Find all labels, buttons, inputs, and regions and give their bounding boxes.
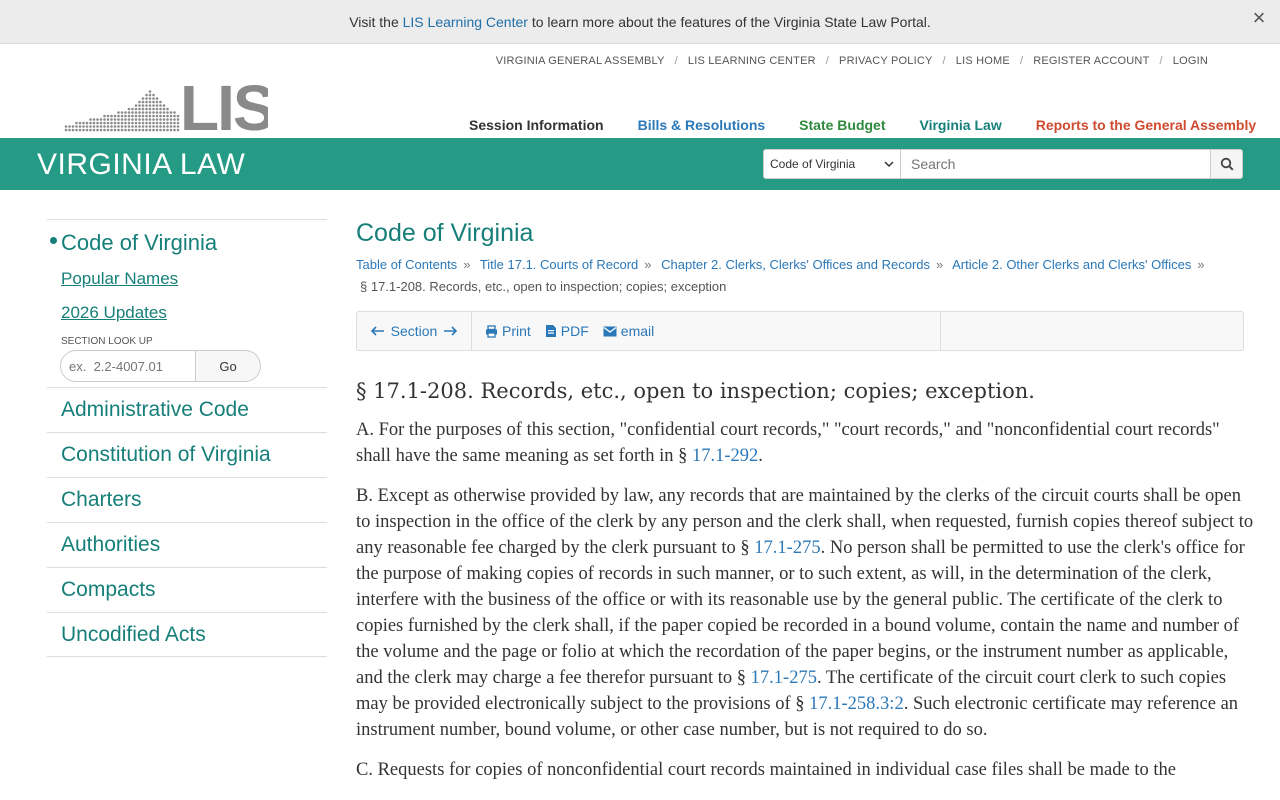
section-lookup-input[interactable]	[60, 350, 196, 382]
notice-prefix: Visit the	[349, 13, 403, 30]
search-bar: Code of Virginia	[763, 149, 1243, 179]
section-text: A. For the purposes of this section, "co…	[356, 417, 1254, 797]
utility-link-privacy[interactable]: PRIVACY POLICY	[839, 55, 932, 67]
search-input[interactable]	[901, 149, 1211, 179]
sidebar-sub-updates[interactable]: 2026 Updates	[47, 296, 327, 330]
toolbar-actions: Print PDF email	[472, 312, 941, 350]
close-icon[interactable]: ×	[1248, 7, 1270, 30]
separator: /	[825, 55, 830, 67]
sidebar-item-compacts[interactable]: Compacts	[47, 567, 327, 612]
section-toolbar: Section Print PDF email	[356, 311, 1244, 351]
breadcrumb-separator: »	[1197, 257, 1205, 272]
text-run: . No person shall be permitted to use th…	[356, 538, 1245, 688]
breadcrumb-toc[interactable]: Table of Contents	[356, 257, 457, 272]
sidebar-item-label: Code of Virginia	[61, 230, 218, 255]
nav-reports[interactable]: Reports to the General Assembly	[1036, 117, 1256, 133]
breadcrumb: Table of Contents » Title 17.1. Courts of…	[356, 254, 1256, 298]
breadcrumb-current: § 17.1-208. Records, etc., open to inspe…	[360, 279, 727, 294]
text-run: A. For the purposes of this section, "co…	[356, 420, 1220, 466]
sidebar-item-administrative-code[interactable]: Administrative Code	[47, 387, 327, 432]
nav-session-information[interactable]: Session Information	[469, 117, 604, 133]
pdf-file-icon	[545, 325, 556, 337]
pdf-label: PDF	[560, 323, 589, 339]
arrow-right-icon[interactable]	[443, 326, 458, 336]
sidebar-item-uncodified-acts[interactable]: Uncodified Acts	[47, 612, 327, 657]
statute-link[interactable]: 17.1-275	[751, 668, 817, 688]
utility-link-general-assembly[interactable]: VIRGINIA GENERAL ASSEMBLY	[496, 55, 665, 67]
utility-link-learning-center[interactable]: LIS LEARNING CENTER	[688, 55, 816, 67]
virginia-map-dots-icon	[64, 90, 180, 132]
utility-link-lis-home[interactable]: LIS HOME	[956, 55, 1010, 67]
search-button[interactable]	[1211, 149, 1243, 179]
search-icon	[1220, 157, 1234, 171]
statute-link[interactable]: 17.1-275	[754, 538, 820, 558]
section-nav-label: Section	[390, 323, 438, 339]
separator: /	[1019, 55, 1024, 67]
separator: /	[1159, 55, 1163, 67]
breadcrumb-separator: »	[936, 257, 944, 272]
nav-state-budget[interactable]: State Budget	[799, 117, 885, 133]
separator: /	[942, 55, 946, 67]
search-scope-value: Code of Virginia	[770, 157, 856, 171]
arrow-left-icon[interactable]	[370, 326, 385, 336]
learning-center-link[interactable]: LIS Learning Center	[403, 14, 528, 30]
breadcrumb-title[interactable]: Title 17.1. Courts of Record	[480, 257, 638, 272]
sidebar-item-constitution[interactable]: Constitution of Virginia	[47, 432, 327, 477]
print-label: Print	[502, 323, 531, 339]
notice-suffix: to learn more about the features of the …	[527, 13, 931, 30]
email-button[interactable]: email	[603, 323, 654, 339]
sidebar: Code of Virginia Popular Names 2026 Upda…	[47, 219, 327, 657]
breadcrumb-article[interactable]: Article 2. Other Clerks and Clerks' Offi…	[952, 257, 1191, 272]
notice-text: Visit the LIS Learning Center to learn m…	[349, 14, 931, 30]
nav-virginia-law[interactable]: Virginia Law	[920, 117, 1002, 133]
email-label: email	[620, 323, 655, 339]
active-dot-icon	[50, 237, 57, 244]
page-title: Code of Virginia	[356, 219, 534, 247]
sidebar-sub-popular-names[interactable]: Popular Names	[47, 262, 327, 296]
text-run: .	[758, 446, 763, 466]
breadcrumb-separator: »	[463, 257, 471, 272]
section-lookup: Go	[60, 350, 261, 382]
print-button[interactable]: Print	[485, 323, 531, 339]
band-title: VIRGINIA LAW	[37, 148, 246, 181]
main-nav: Session Information Bills & Resolutions …	[469, 117, 1256, 133]
utility-nav: VIRGINIA GENERAL ASSEMBLY / LIS LEARNING …	[496, 55, 1208, 67]
main-content: Code of Virginia Table of Contents » Titl…	[356, 219, 1256, 780]
lis-logo[interactable]: LIS	[64, 74, 268, 132]
statute-link[interactable]: 17.1-258.3:2	[809, 694, 904, 714]
sidebar-item-code-of-virginia[interactable]: Code of Virginia	[47, 220, 327, 262]
print-icon	[486, 324, 497, 338]
envelope-icon	[603, 326, 617, 336]
nav-bills-resolutions[interactable]: Bills & Resolutions	[638, 117, 766, 133]
separator: /	[674, 55, 678, 67]
breadcrumb-separator: »	[644, 257, 652, 272]
section-lookup-go-button[interactable]: Go	[196, 350, 261, 382]
sidebar-item-authorities[interactable]: Authorities	[47, 522, 327, 567]
statute-link[interactable]: 17.1-292	[692, 446, 758, 466]
search-scope-select[interactable]: Code of Virginia	[763, 149, 901, 179]
breadcrumb-chapter[interactable]: Chapter 2. Clerks, Clerks' Offices and R…	[661, 257, 930, 272]
section-lookup-label: SECTION LOOK UP	[61, 336, 153, 347]
notice-banner: Visit the LIS Learning Center to learn m…	[0, 0, 1280, 44]
logo-text: LIS	[180, 74, 268, 132]
paragraph-b: B. Except as otherwise provided by law, …	[356, 483, 1254, 743]
virginia-law-band: VIRGINIA LAW Code of Virginia	[0, 138, 1280, 190]
chevron-down-icon	[884, 161, 894, 168]
section-nav: Section	[357, 312, 472, 350]
paragraph-c: C. Requests for copies of nonconfidentia…	[356, 760, 1176, 780]
pdf-button[interactable]: PDF	[545, 323, 589, 339]
paragraph-a: A. For the purposes of this section, "co…	[356, 417, 1254, 469]
sidebar-item-charters[interactable]: Charters	[47, 477, 327, 522]
section-heading: § 17.1-208. Records, etc., open to inspe…	[356, 379, 1035, 403]
utility-link-register[interactable]: REGISTER ACCOUNT	[1033, 55, 1149, 67]
utility-link-login[interactable]: LOGIN	[1173, 55, 1208, 67]
